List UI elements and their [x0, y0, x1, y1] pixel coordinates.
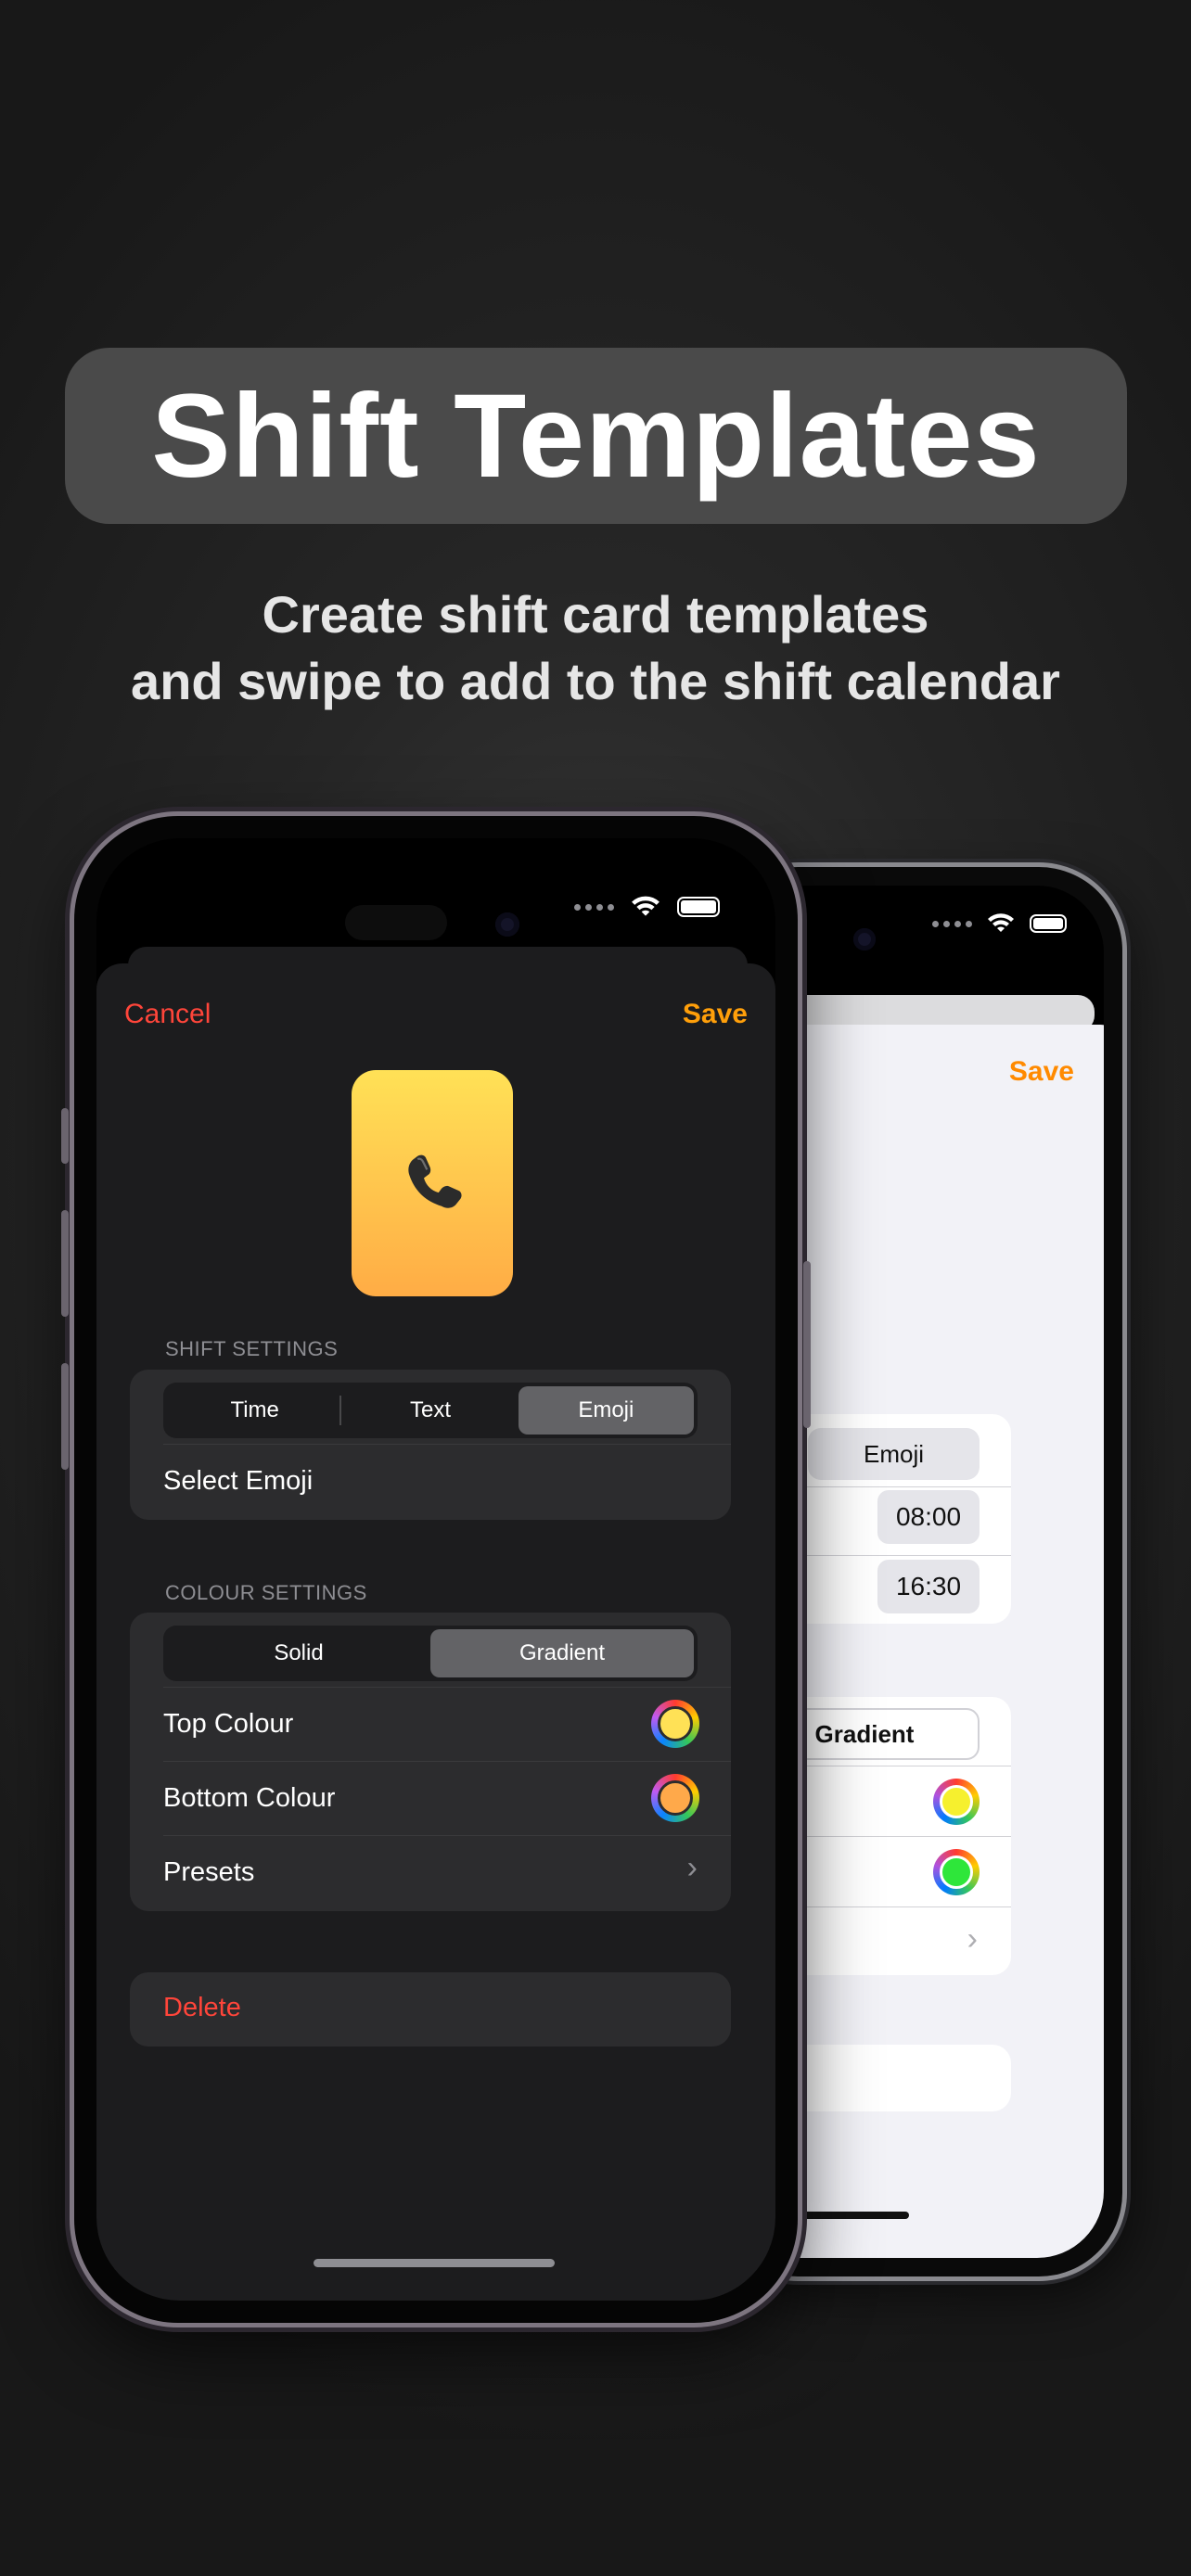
save-button[interactable]: Save — [683, 999, 748, 1030]
delete-group: Delete — [130, 1972, 731, 2047]
battery-icon — [1030, 914, 1067, 933]
delete-button[interactable]: Delete — [163, 1993, 241, 2023]
shift-type-segmented-control: Time Text Emoji — [163, 1383, 698, 1438]
separator — [163, 1835, 731, 1836]
bottom-colour-label: Bottom Colour — [163, 1783, 336, 1813]
chevron-right-icon[interactable]: › — [687, 1850, 698, 1886]
front-camera-icon — [495, 912, 519, 937]
dynamic-island — [345, 905, 447, 940]
front-camera-icon — [853, 928, 876, 950]
select-emoji-row[interactable]: Select Emoji — [163, 1466, 313, 1497]
wifi-icon — [632, 896, 660, 916]
segment-solid[interactable]: Solid — [167, 1629, 430, 1677]
volume-down-button — [61, 1363, 69, 1470]
cancel-button[interactable]: Cancel — [124, 999, 211, 1030]
template-editor-sheet: Cancel Save SHIFT SETTINGS Time Text Emo… — [96, 963, 775, 2301]
front-phone: Cancel Save SHIFT SETTINGS Time Text Emo… — [61, 816, 811, 2323]
colour-type-segmented-control: Solid Gradient — [163, 1626, 698, 1681]
shift-settings-header: SHIFT SETTINGS — [165, 1337, 339, 1360]
back-bottom-colour-swatch[interactable] — [933, 1849, 980, 1895]
hero-subtitle-line1: Create shift card templates — [262, 585, 929, 644]
top-colour-label: Top Colour — [163, 1709, 294, 1739]
front-phone-screen: Cancel Save SHIFT SETTINGS Time Text Emo… — [96, 838, 775, 2301]
shift-card-preview — [352, 1070, 513, 1296]
shift-settings-group: Time Text Emoji Select Emoji — [130, 1370, 731, 1520]
phone-icon — [408, 1154, 462, 1208]
segment-time[interactable]: Time — [167, 1386, 342, 1435]
back-status-bar — [932, 913, 1067, 934]
presets-row[interactable]: Presets — [163, 1857, 254, 1888]
battery-icon — [677, 897, 720, 917]
back-start-time[interactable]: 08:00 — [877, 1490, 980, 1544]
power-button — [803, 1261, 811, 1428]
bottom-colour-picker[interactable] — [651, 1774, 699, 1822]
colour-settings-header: COLOUR SETTINGS — [165, 1581, 367, 1604]
segment-divider — [339, 1396, 341, 1425]
wifi-icon — [988, 913, 1014, 932]
signal-icon — [932, 920, 972, 927]
signal-icon — [574, 903, 614, 911]
segment-gradient[interactable]: Gradient — [430, 1629, 694, 1677]
hero-title: Shift Templates — [151, 369, 1041, 503]
separator — [163, 1761, 731, 1762]
hero-subtitle-line2: and swipe to add to the shift calendar — [131, 652, 1060, 710]
segment-emoji[interactable]: Emoji — [518, 1386, 694, 1435]
volume-up-button — [61, 1210, 69, 1317]
status-bar — [574, 896, 720, 918]
separator — [163, 1444, 731, 1445]
back-segment-emoji[interactable]: Emoji — [808, 1428, 980, 1480]
back-save-button[interactable]: Save — [1009, 1056, 1074, 1088]
chevron-right-icon[interactable]: › — [967, 1921, 978, 1958]
home-indicator — [314, 2259, 555, 2267]
colour-settings-group: Solid Gradient Top Colour Bottom Colour … — [130, 1613, 731, 1911]
separator — [163, 1687, 731, 1688]
back-end-time[interactable]: 16:30 — [877, 1560, 980, 1613]
segment-text[interactable]: Text — [342, 1386, 518, 1435]
action-button — [61, 1108, 69, 1164]
top-colour-picker[interactable] — [651, 1700, 699, 1748]
back-top-colour-swatch[interactable] — [933, 1779, 980, 1825]
hero-title-pill: Shift Templates — [65, 348, 1127, 524]
